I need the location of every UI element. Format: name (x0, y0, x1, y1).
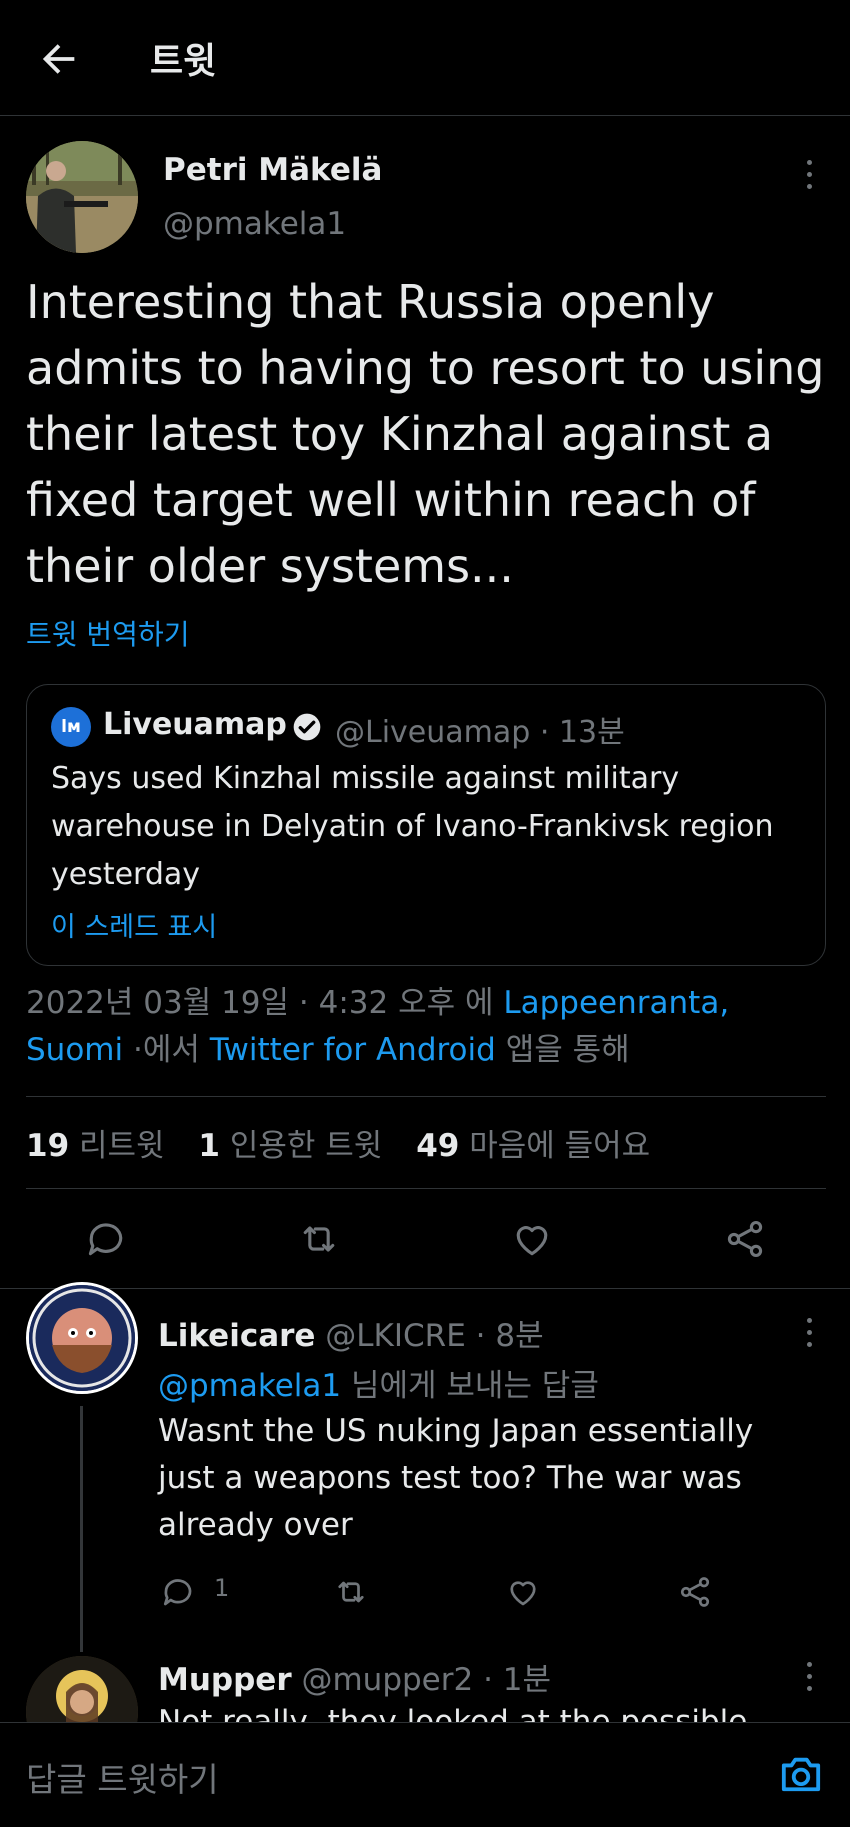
replying-to-handle[interactable]: @pmakela1 (158, 1368, 341, 1404)
quoted-meta: @Liveuamap · 13분 (335, 715, 625, 750)
client-link[interactable]: Twitter for Android (210, 1032, 496, 1068)
retweet-label[interactable]: 리트윗 (79, 1128, 165, 1164)
reply-text: Wasnt the US nuking Japan essentially ju… (158, 1413, 754, 1543)
reply-header: Likeicare @LKICRE · 8분 (158, 1310, 544, 1355)
retweet-count[interactable]: 19 (26, 1128, 69, 1164)
back-arrow-icon[interactable] (36, 36, 82, 82)
replying-to: @pmakela1 님에게 보내는 답글 (158, 1360, 599, 1405)
verified-badge-icon (293, 713, 321, 741)
reply-meta: @mupper2 · 1분 (301, 1662, 552, 1698)
retweet-icon[interactable] (333, 1574, 369, 1610)
tweet-text: Interesting that Russia openly admits to… (26, 275, 825, 593)
timestamp-middle: ·에서 (132, 1032, 200, 1068)
share-icon[interactable] (677, 1574, 713, 1610)
author-name[interactable]: Petri Mäkelä (163, 152, 382, 188)
reply-header: Mupper @mupper2 · 1분 (158, 1654, 551, 1699)
replying-to-suffix: 님에게 보내는 답글 (350, 1368, 599, 1404)
reply-more-options-icon[interactable] (803, 1662, 815, 1696)
reply-author-name[interactable]: Mupper (158, 1662, 292, 1698)
more-options-icon[interactable] (803, 160, 815, 194)
reply-more-options-icon[interactable] (803, 1318, 815, 1352)
reply-count: 1 (214, 1574, 230, 1602)
engagement-stats: 19 리트윗 1 인용한 트윗 49 마음에 들어요 (26, 1120, 650, 1165)
tweet-timestamp: 2022년 03월 19일 · 4:32 오후 에 Lappeenranta, … (26, 980, 826, 1074)
author-avatar[interactable] (26, 141, 138, 253)
like-label[interactable]: 마음에 들어요 (469, 1128, 650, 1164)
author-handle[interactable]: @pmakela1 (163, 206, 346, 242)
quote-label[interactable]: 인용한 트윗 (230, 1128, 382, 1164)
quoted-text: Says used Kinzhal missile against milita… (51, 761, 774, 892)
reply-meta: @LKICRE · 8분 (325, 1318, 544, 1354)
reply-icon[interactable] (84, 1217, 128, 1261)
like-icon[interactable] (510, 1217, 554, 1261)
translate-tweet-link[interactable]: 트윗 번역하기 (26, 613, 189, 653)
like-count[interactable]: 49 (416, 1128, 459, 1164)
reply-avatar[interactable] (26, 1282, 138, 1394)
quoted-tweet[interactable]: lм Liveuamap @Liveuamap · 13분 Says used … (26, 684, 826, 966)
reply-input[interactable]: 답글 트윗하기 (26, 1753, 219, 1801)
retweet-icon[interactable] (297, 1217, 341, 1261)
timestamp-end: 앱을 통해 (505, 1032, 630, 1068)
page-title: 트윗 (150, 41, 217, 82)
divider (26, 1188, 826, 1189)
quote-count[interactable]: 1 (198, 1128, 220, 1164)
tweet-date: 2022년 03월 19일 · 4:32 오후 에 (26, 985, 494, 1021)
top-bar: 트윗 (0, 0, 850, 116)
quoted-author-avatar: lм (51, 707, 91, 747)
reply-icon[interactable] (160, 1574, 196, 1610)
like-icon[interactable] (505, 1574, 541, 1610)
thread-connector (80, 1406, 83, 1652)
quoted-author-name: Liveuamap (103, 707, 287, 742)
show-thread-link[interactable]: 이 스레드 표시 (51, 905, 217, 944)
reply-author-name[interactable]: Likeicare (158, 1318, 315, 1354)
share-icon[interactable] (723, 1217, 767, 1261)
divider (26, 1096, 826, 1097)
reply-composer-bar: 답글 트윗하기 (0, 1722, 850, 1827)
divider (0, 1288, 850, 1289)
camera-icon[interactable] (778, 1753, 824, 1795)
